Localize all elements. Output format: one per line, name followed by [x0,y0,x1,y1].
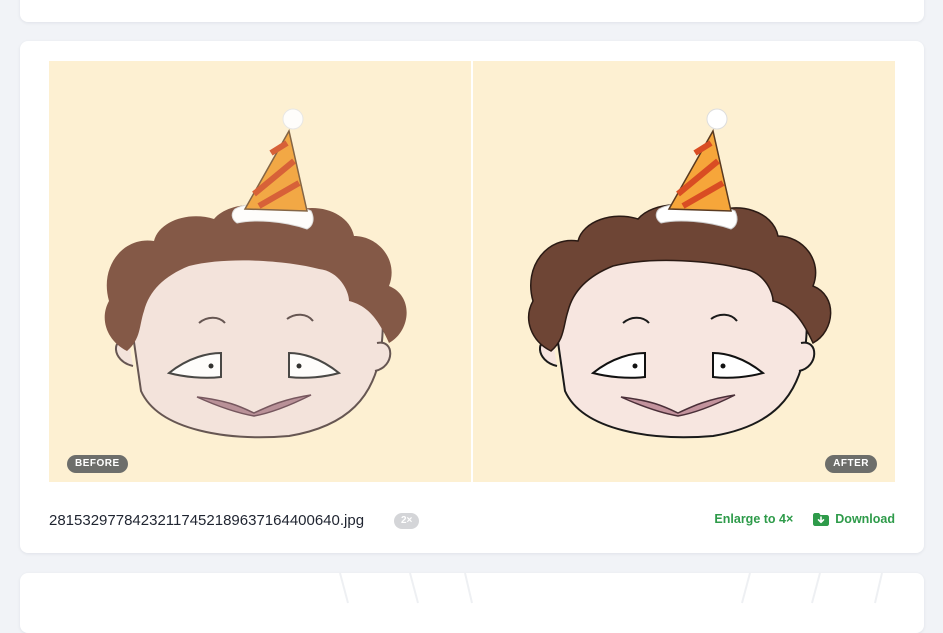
folder-download-icon [813,512,830,526]
before-badge: BEFORE [67,455,128,473]
next-card-preview [339,573,883,604]
result-footer: 28153297784232117452189637164400640.jpg … [49,509,895,533]
enlarge-button[interactable]: Enlarge to 4× [714,512,793,526]
download-button-label: Download [835,512,895,526]
result-card: BEFORE AFTER 281532977842321174521896371… [20,41,924,553]
before-illustration [104,108,407,439]
result-actions: Enlarge to 4× Download [714,512,895,526]
after-image: AFTER [473,61,895,482]
download-button[interactable]: Download [813,512,895,526]
file-name: 28153297784232117452189637164400640.jpg [49,512,365,529]
scale-badge: 2× [394,513,420,529]
next-result-card [20,573,924,633]
before-image: BEFORE [49,61,471,482]
after-illustration [528,108,832,439]
after-badge: AFTER [825,455,877,473]
enlarge-button-label: Enlarge to 4× [714,512,794,526]
previous-result-card [20,0,924,22]
